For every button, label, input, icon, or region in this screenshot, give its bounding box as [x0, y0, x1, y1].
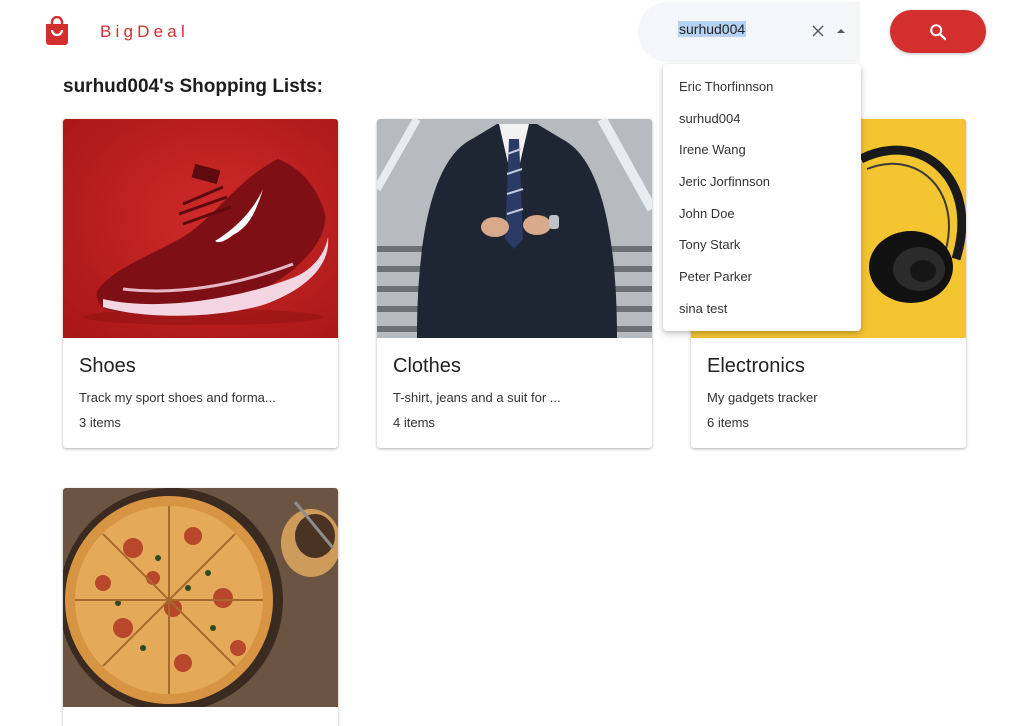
- dropdown-option[interactable]: Eric Thorfinnson: [663, 71, 861, 103]
- user-dropdown-menu: Eric Thorfinnson surhud004 Irene Wang Je…: [663, 64, 861, 331]
- brand[interactable]: BigDeal: [45, 16, 185, 46]
- card-title: Clothes: [393, 355, 461, 377]
- card-item-count: 6 items: [707, 415, 749, 430]
- dropdown-option[interactable]: surhud004: [663, 103, 861, 135]
- search-input-value: surhud004: [678, 21, 747, 37]
- user-search-field[interactable]: surhud004: [638, 2, 860, 62]
- clear-icon[interactable]: [810, 23, 826, 39]
- list-card-clothes[interactable]: Clothes T-shirt, jeans and a suit for ..…: [377, 119, 652, 448]
- caret-up-icon[interactable]: [834, 25, 848, 37]
- search-input[interactable]: surhud004: [678, 21, 747, 43]
- brand-name: BigDeal: [100, 22, 189, 41]
- list-card-food[interactable]: [63, 488, 338, 726]
- search-button[interactable]: [890, 10, 986, 53]
- shopping-bag-icon: [46, 16, 68, 45]
- dropdown-option[interactable]: Jeric Jorfinnson: [663, 166, 861, 198]
- page-title: surhud004's Shopping Lists:: [63, 76, 323, 97]
- card-title: Shoes: [79, 355, 136, 377]
- card-description: Track my sport shoes and forma...: [79, 390, 276, 405]
- card-description: My gadgets tracker: [707, 390, 818, 405]
- dropdown-option[interactable]: sina test: [663, 293, 861, 325]
- card-image-pizza: [63, 488, 338, 707]
- list-card-shoes[interactable]: Shoes Track my sport shoes and forma... …: [63, 119, 338, 448]
- dropdown-option[interactable]: Peter Parker: [663, 261, 861, 293]
- card-image-suit: [377, 119, 652, 338]
- card-title: Electronics: [707, 355, 805, 377]
- card-item-count: 4 items: [393, 415, 435, 430]
- dropdown-option[interactable]: John Doe: [663, 198, 861, 230]
- card-item-count: 3 items: [79, 415, 121, 430]
- card-description: T-shirt, jeans and a suit for ...: [393, 390, 561, 405]
- dropdown-option[interactable]: Tony Stark: [663, 229, 861, 261]
- card-image-sneaker: [63, 119, 338, 338]
- search-icon: [930, 23, 947, 40]
- dropdown-option[interactable]: Irene Wang: [663, 134, 861, 166]
